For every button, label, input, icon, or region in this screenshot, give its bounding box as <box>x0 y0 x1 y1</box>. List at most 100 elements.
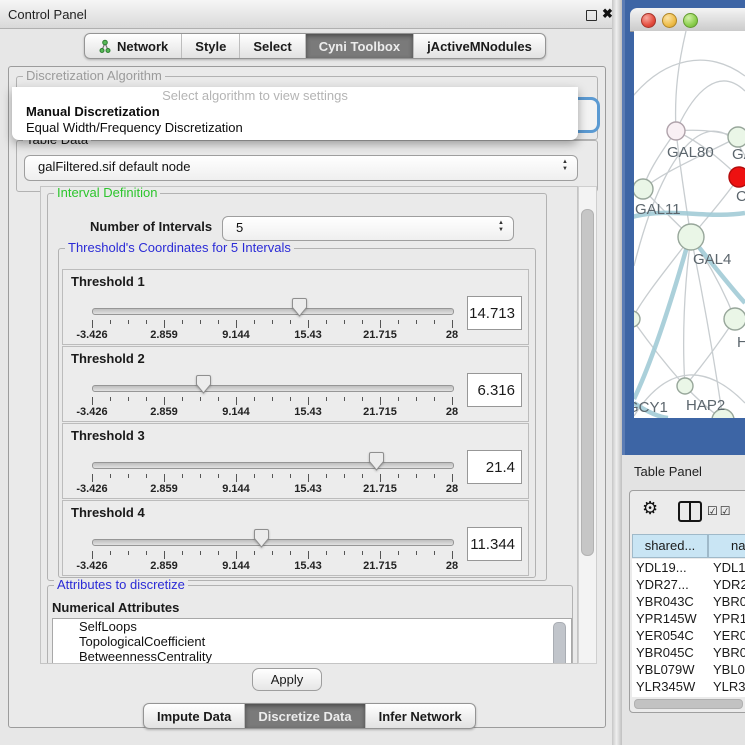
cell-name[interactable]: YDL1 <box>713 560 745 575</box>
cell-name[interactable]: YPR1 <box>713 611 745 626</box>
cell-name[interactable]: YIL0 <box>713 696 740 697</box>
panel-splitter[interactable] <box>612 0 622 745</box>
tick-mark <box>398 474 399 478</box>
cell-shared-name[interactable]: YBL079W <box>632 661 713 678</box>
tab-infer-network[interactable]: Infer Network <box>366 704 475 728</box>
table-row[interactable]: YPR145WYPR1 <box>632 610 745 627</box>
tick-mark <box>92 551 93 559</box>
column-header-shared-name[interactable]: shared... <box>632 534 708 558</box>
settings-scrollbar-track[interactable] <box>578 186 597 664</box>
cell-name[interactable]: YLR3 <box>713 679 745 694</box>
threshold-coordinates-group: Threshold's Coordinates for 5 Intervals … <box>58 248 536 578</box>
list-scrollbar[interactable] <box>553 622 566 664</box>
table-row[interactable]: YER054CYER0 <box>632 627 745 644</box>
column-header-name[interactable]: na <box>708 534 745 558</box>
cell-shared-name[interactable]: YBR045C <box>632 644 713 661</box>
threshold-value-field[interactable]: 11.344 <box>467 527 522 561</box>
cell-name[interactable]: YDR2 <box>713 577 745 592</box>
cell-name[interactable]: YBR0 <box>713 645 745 660</box>
threshold-value-field[interactable]: 14.713 <box>467 296 522 330</box>
network-node[interactable] <box>667 122 685 140</box>
threshold-value-field[interactable]: 21.4 <box>467 450 522 484</box>
network-node[interactable] <box>677 378 693 394</box>
group-title: Attributes to discretize <box>54 578 188 592</box>
table-row[interactable]: YDR27...YDR2 <box>632 576 745 593</box>
cell-shared-name[interactable]: YER054C <box>632 627 713 644</box>
tab-impute-data[interactable]: Impute Data <box>144 704 245 728</box>
cell-name[interactable]: YBL0 <box>713 662 745 677</box>
node-label: GAL11 <box>635 201 681 218</box>
network-node[interactable] <box>728 127 745 147</box>
popup-item-equal-width[interactable]: Equal Width/Frequency Discretization <box>26 120 243 135</box>
cell-name[interactable]: YBR0 <box>713 594 745 609</box>
network-node[interactable] <box>634 311 640 327</box>
tick-mark <box>128 320 129 324</box>
threshold-slider[interactable] <box>92 539 454 546</box>
network-view-canvas[interactable]: GAL80 GA C GAL11 GAL4 GCY1 H HAP2 <box>634 31 745 418</box>
list-item[interactable]: SelfLoops <box>53 619 571 634</box>
apply-button[interactable]: Apply <box>252 668 322 691</box>
cell-shared-name[interactable]: YDR27... <box>632 576 713 593</box>
table-data-combobox[interactable]: galFiltered.sif default node ▲▼ <box>24 155 578 181</box>
minimize-traffic-light-icon[interactable] <box>662 13 677 28</box>
tab-discretize-data[interactable]: Discretize Data <box>245 704 365 728</box>
network-node[interactable] <box>724 308 745 330</box>
cell-shared-name[interactable]: YLR345W <box>632 678 713 695</box>
cell-name[interactable]: YER0 <box>713 628 745 643</box>
tick-mark <box>362 320 363 324</box>
split-columns-icon[interactable] <box>678 501 702 522</box>
threshold-value-field[interactable]: 6.316 <box>467 373 522 407</box>
tab-style[interactable]: Style <box>182 34 240 58</box>
cell-shared-name[interactable]: YBR043C <box>632 593 713 610</box>
network-node-selected[interactable] <box>729 167 745 187</box>
threshold-slider[interactable] <box>92 462 454 469</box>
slider-thumb-icon[interactable] <box>369 452 384 471</box>
cell-shared-name[interactable]: YPR145W <box>632 610 713 627</box>
threshold-slider[interactable] <box>92 308 454 315</box>
table-row[interactable]: YIL052CYIL0 <box>632 695 745 697</box>
float-window-icon[interactable] <box>586 10 597 21</box>
table-row[interactable]: YBR043CYBR0 <box>632 593 745 610</box>
tick-mark <box>380 397 381 405</box>
tab-jactivemnodules[interactable]: jActiveMNodules <box>414 34 545 58</box>
select-columns-icon[interactable]: ☑☑ <box>707 504 733 518</box>
list-item[interactable]: TopologicalCoefficient <box>53 634 571 649</box>
tick-mark <box>146 397 147 401</box>
tick-mark <box>416 397 417 401</box>
list-item[interactable]: BetweennessCentrality <box>53 649 571 664</box>
slider-thumb-icon[interactable] <box>196 375 211 394</box>
table-row[interactable]: YLR345WYLR3 <box>632 678 745 695</box>
tick-mark <box>416 474 417 478</box>
table-row[interactable]: YBR045CYBR0 <box>632 644 745 661</box>
network-node[interactable] <box>678 224 704 250</box>
table-row[interactable]: YDL19...YDL1 <box>632 559 745 576</box>
tab-network[interactable]: Network <box>85 34 182 58</box>
network-node[interactable] <box>634 179 653 199</box>
tick-mark <box>290 320 291 324</box>
spinner-arrows-icon[interactable]: ▲▼ <box>562 159 568 173</box>
tick-mark <box>290 551 291 555</box>
tab-cyni-toolbox[interactable]: Cyni Toolbox <box>306 34 414 58</box>
zoom-traffic-light-icon[interactable] <box>683 13 698 28</box>
tab-select[interactable]: Select <box>240 34 305 58</box>
popup-item-manual-discretization[interactable]: Manual Discretization <box>26 104 160 119</box>
slider-thumb-icon[interactable] <box>254 529 269 548</box>
tab-label: jActiveMNodules <box>427 39 532 54</box>
tick-mark <box>200 551 201 555</box>
cell-shared-name[interactable]: YIL052C <box>632 695 713 697</box>
node-label: C <box>736 188 745 205</box>
popup-prompt: Select algorithm to view settings <box>12 88 498 103</box>
table-row[interactable]: YBL079WYBL0 <box>632 661 745 678</box>
spinner-arrows-icon[interactable]: ▲▼ <box>498 220 504 234</box>
settings-scrollbar-thumb[interactable] <box>581 209 594 556</box>
threshold-slider[interactable] <box>92 385 454 392</box>
cell-shared-name[interactable]: YDL19... <box>632 559 713 576</box>
network-window-titlebar[interactable] <box>630 8 745 32</box>
slider-thumb-icon[interactable] <box>292 298 307 317</box>
table-horizontal-scrollbar[interactable] <box>634 699 743 709</box>
tick-mark <box>344 397 345 401</box>
node-label: GCY1 <box>634 399 668 416</box>
gear-icon[interactable]: ⚙ <box>642 498 658 519</box>
close-traffic-light-icon[interactable] <box>641 13 656 28</box>
number-of-intervals-combobox[interactable]: 5 ▲▼ <box>222 216 514 241</box>
